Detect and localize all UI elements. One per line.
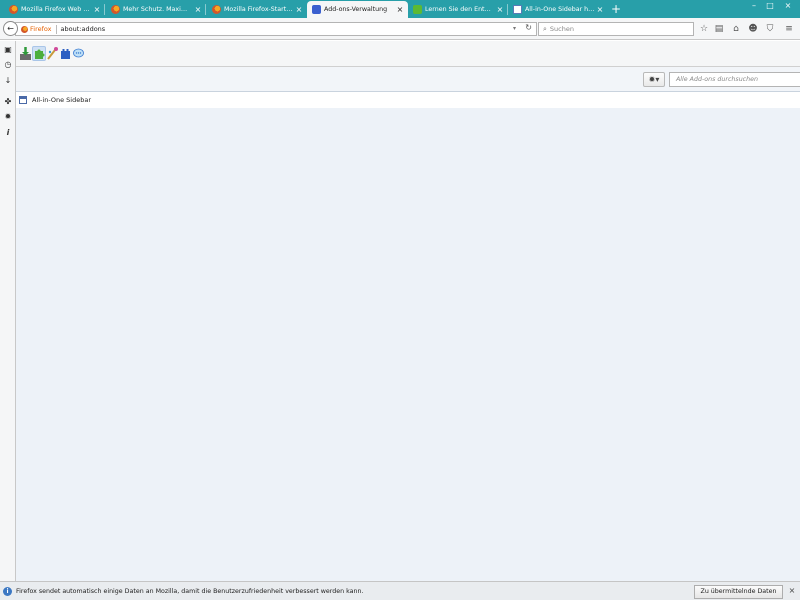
telemetry-notification-bar: i Firefox sendet automatisch einige Date…: [0, 581, 800, 600]
addon-category-toolbar: [16, 41, 800, 67]
addon-name: All-in-One Sidebar: [32, 96, 91, 104]
info-icon[interactable]: i: [3, 128, 13, 138]
close-icon[interactable]: ×: [92, 5, 102, 14]
firefox-icon: [111, 5, 120, 14]
new-tab-button[interactable]: +: [609, 2, 623, 16]
reload-icon[interactable]: ↻: [525, 23, 532, 32]
close-icon[interactable]: ×: [294, 5, 304, 14]
addons-gear-menu-button[interactable]: ✹▾: [643, 72, 665, 87]
chevron-down-icon[interactable]: ▾: [513, 25, 516, 32]
info-icon: i: [3, 586, 12, 596]
home-icon[interactable]: ⌂: [730, 23, 742, 35]
tab-label: Mozilla Firefox Web Brows...: [21, 6, 92, 13]
plugin-block-icon: [61, 49, 70, 59]
navigation-toolbar: Firefox about:addons ▾ ↻ ← ⌕ Suchen ☆ ▤ …: [0, 18, 800, 40]
search-placeholder: Suchen: [549, 25, 574, 33]
sidebar-addon-icon: [19, 96, 27, 104]
tab-strip: Mozilla Firefox Web Brows... × Mehr Schu…: [0, 0, 800, 18]
maximize-button[interactable]: □: [763, 1, 777, 11]
gear-icon: ✹▾: [648, 75, 660, 84]
hamburger-menu-icon[interactable]: ≡: [783, 23, 795, 35]
url-bar[interactable]: Firefox about:addons ▾ ↻: [15, 22, 537, 36]
tab-label: Add-ons-Verwaltung: [324, 6, 388, 13]
sidebar-toolbar: ▣ ◷ ↓ ✤ ✹ i: [0, 41, 16, 581]
addons-list: All-in-One Sidebar: [16, 92, 800, 581]
puzzle-icon: [413, 5, 422, 14]
addon-search-placeholder: Alle Add-ons durchsuchen: [676, 76, 759, 83]
back-arrow-icon: ←: [7, 24, 14, 33]
get-addons-button[interactable]: [19, 46, 32, 61]
tab-label: Lernen Sie den Entwickler...: [425, 6, 495, 13]
sync-icon[interactable]: ☻: [747, 23, 759, 35]
close-icon[interactable]: ×: [193, 5, 203, 14]
close-icon[interactable]: ×: [787, 585, 797, 597]
tab-all-in-one-sidebar[interactable]: All-in-One Sidebar has be... ×: [508, 1, 608, 18]
addons-header: ✹▾ Alle Add-ons durchsuchen ⌕: [16, 67, 800, 92]
appearance-button[interactable]: [46, 46, 59, 61]
close-icon[interactable]: ×: [595, 5, 605, 14]
firefox-icon: [21, 25, 28, 33]
services-button[interactable]: [72, 46, 85, 61]
close-icon[interactable]: ×: [395, 5, 405, 14]
addon-search-input[interactable]: Alle Add-ons durchsuchen ⌕: [669, 72, 800, 87]
window-close-button[interactable]: ×: [781, 1, 795, 11]
list-item[interactable]: All-in-One Sidebar: [16, 92, 800, 108]
speech-bubble-icon: [73, 48, 84, 58]
tab-addons-verwaltung[interactable]: Add-ons-Verwaltung ×: [307, 1, 408, 18]
firefox-icon: [212, 5, 221, 14]
pocket-icon[interactable]: ⛉: [764, 23, 776, 35]
addons-icon[interactable]: ✤: [3, 97, 13, 107]
tab-label: Mehr Schutz. Maximale Pr...: [123, 6, 193, 13]
notification-message: Firefox sendet automatisch einige Daten …: [16, 587, 364, 595]
page-icon[interactable]: ▣: [3, 45, 13, 55]
choose-data-button[interactable]: Zu übermittelnde Daten festlegen: [694, 585, 783, 599]
close-icon[interactable]: ×: [495, 5, 505, 14]
addons-icon: [312, 5, 321, 14]
bookmark-star-icon[interactable]: ☆: [698, 23, 710, 35]
gear-icon[interactable]: ✹: [3, 112, 13, 122]
tab-label: All-in-One Sidebar has be...: [525, 6, 595, 13]
url-text: about:addons: [60, 25, 106, 33]
paintbrush-icon: [47, 47, 58, 60]
reading-list-icon[interactable]: ▤: [713, 23, 725, 35]
puzzle-icon: [35, 49, 45, 59]
history-icon[interactable]: ◷: [3, 60, 13, 70]
identity-label: Firefox: [30, 25, 52, 33]
firefox-icon: [9, 5, 18, 14]
tab-mehr-schutz[interactable]: Mehr Schutz. Maximale Pr... ×: [106, 1, 206, 18]
search-input[interactable]: ⌕ Suchen: [538, 22, 694, 36]
minimize-button[interactable]: –: [747, 1, 761, 11]
page-icon: [513, 5, 522, 14]
extensions-button[interactable]: [32, 46, 46, 61]
tab-firefox-web-browser[interactable]: Mozilla Firefox Web Brows... ×: [4, 1, 105, 18]
tab-firefox-startseite[interactable]: Mozilla Firefox-Startseite ×: [207, 1, 307, 18]
tab-lernen-sie-den-entwickler[interactable]: Lernen Sie den Entwickler... ×: [408, 1, 508, 18]
download-addon-icon: [20, 47, 31, 60]
tab-label: Mozilla Firefox-Startseite: [224, 6, 294, 13]
search-icon: ⌕: [543, 24, 547, 33]
back-button[interactable]: ←: [3, 21, 18, 36]
identity-box[interactable]: Firefox: [21, 25, 52, 33]
plugins-button[interactable]: [59, 46, 72, 61]
downloads-icon[interactable]: ↓: [3, 76, 13, 86]
